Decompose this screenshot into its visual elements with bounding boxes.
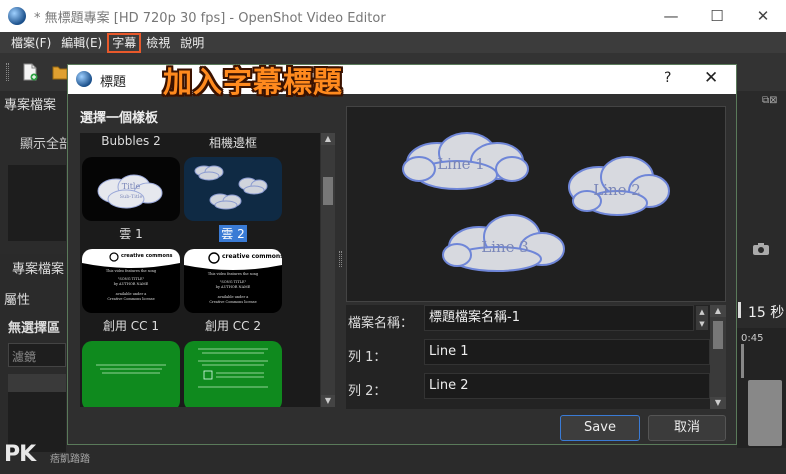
line-2-input[interactable]: Line 2 bbox=[424, 373, 710, 399]
template-label-cc-1[interactable]: 創用 CC 1 bbox=[82, 317, 180, 334]
line-1-label: 列 1： bbox=[348, 350, 387, 365]
title-properties: 檔案名稱： 標題檔案名稱-1 ▲ ▼ 列 1： Line 1 列 2： Line… bbox=[346, 305, 726, 409]
preview-line-3: Line 3 bbox=[481, 238, 529, 256]
cloud-thumb-subtitle: Sub-Title bbox=[120, 194, 143, 200]
properties-title: 屬性 bbox=[4, 293, 31, 308]
openshot-logo-icon bbox=[8, 7, 26, 25]
preview-line-2: Line 2 bbox=[593, 181, 641, 199]
template-list[interactable]: Bubbles 2 相機邊框 Title Sub-Title 雲 1 雲 2 c… bbox=[80, 133, 320, 407]
template-label-cc-2[interactable]: 創用 CC 2 bbox=[184, 317, 282, 334]
template-thumb-cc-1[interactable]: creative commons This video features the… bbox=[82, 249, 180, 313]
camera-icon[interactable] bbox=[752, 242, 770, 256]
openshot-window: * 無標題專案 [HD 720p 30 fps] - OpenShot Vide… bbox=[0, 0, 786, 474]
watermark-logo: PK bbox=[4, 442, 36, 467]
cc2-line-2: "SONG TITLE" bbox=[220, 280, 247, 284]
project-files-tab[interactable]: 專案檔案 bbox=[12, 258, 64, 277]
filter-input[interactable]: 濾鏡 bbox=[8, 343, 66, 367]
properties-scroll-down-icon[interactable]: ▼ bbox=[710, 397, 726, 409]
window-title: * 無標題專案 [HD 720p 30 fps] - OpenShot Vide… bbox=[34, 10, 386, 26]
annotation-add-title: 加入字幕標題 bbox=[163, 65, 344, 99]
title-preview: Line 1 Line 2 Line 3 bbox=[346, 106, 726, 302]
cc2-line-4: available under a bbox=[218, 295, 249, 299]
dock-float-icon[interactable]: ⧉⊠ bbox=[762, 95, 778, 106]
timeline-duration: 15 秒 bbox=[748, 305, 785, 321]
watermark: PK 痞凱踏踏 bbox=[4, 440, 124, 472]
title-dialog: 標題 ? ✕ 選擇一個樣板 Bubbles 2 相機邊框 Title Sub-T… bbox=[67, 64, 737, 445]
scroll-thumb[interactable] bbox=[323, 177, 333, 205]
cancel-button[interactable]: 取消 bbox=[648, 415, 726, 441]
filename-label: 檔案名稱： bbox=[348, 316, 414, 331]
properties-header bbox=[8, 374, 66, 392]
template-label-cloud-2[interactable]: 雲 2 bbox=[219, 225, 247, 242]
cloud-thumb-title: Title bbox=[122, 182, 141, 191]
panel-splitter[interactable] bbox=[339, 251, 342, 267]
template-thumb-cloud-1[interactable]: Title Sub-Title bbox=[82, 157, 180, 221]
window-titlebar: * 無標題專案 [HD 720p 30 fps] - OpenShot Vide… bbox=[0, 0, 786, 32]
project-files-title: 專案檔案 bbox=[4, 98, 57, 113]
close-button[interactable]: ✕ bbox=[740, 0, 786, 32]
watermark-text: 痞凱踏踏 bbox=[50, 454, 90, 465]
menu-help[interactable]: 說明 bbox=[175, 33, 209, 53]
help-button[interactable]: ? bbox=[664, 70, 671, 86]
right-dock bbox=[737, 91, 786, 311]
no-selection-label: 無選擇區 bbox=[8, 321, 61, 336]
template-label-camera-frame[interactable]: 相機邊框 bbox=[184, 134, 282, 151]
cc1-line-2: "SONG TITLE" bbox=[118, 277, 145, 281]
properties-scroll-thumb[interactable] bbox=[713, 321, 723, 349]
line-1-input[interactable]: Line 1 bbox=[424, 339, 710, 365]
openshot-logo-icon bbox=[76, 71, 92, 87]
zoom-slider-handle[interactable] bbox=[738, 302, 741, 318]
menu-title[interactable]: 字幕 bbox=[107, 32, 142, 53]
menubar: 檔案(F) 編輯(E) 字幕 檢視 說明 bbox=[0, 32, 786, 53]
open-project-icon[interactable] bbox=[52, 63, 68, 81]
filename-spin-up-icon[interactable]: ▲ bbox=[696, 306, 708, 318]
cc2-line-3: by AUTHOR NAME bbox=[216, 285, 251, 289]
template-thumb-cloud-2[interactable] bbox=[184, 157, 282, 221]
project-files-area[interactable] bbox=[8, 165, 66, 241]
filter-placeholder: 濾鏡 bbox=[12, 350, 37, 364]
cc1-logo-text: creative commons bbox=[121, 253, 173, 259]
preview-line-1: Line 1 bbox=[437, 155, 485, 173]
cc2-line-1: This video features the song bbox=[208, 272, 259, 276]
template-label-bubbles-2[interactable]: Bubbles 2 bbox=[82, 134, 180, 148]
template-thumb-green-2[interactable] bbox=[184, 341, 282, 407]
choose-template-label: 選擇一個樣板 bbox=[80, 111, 159, 126]
menu-edit[interactable]: 編輯(E) bbox=[56, 33, 107, 53]
cc1-line-3: by AUTHOR NAME bbox=[114, 282, 149, 286]
scroll-up-arrow-icon[interactable]: ▲ bbox=[321, 133, 335, 145]
template-label-cloud-1[interactable]: 雲 1 bbox=[82, 225, 180, 242]
dialog-title: 標題 bbox=[100, 75, 127, 90]
save-button[interactable]: Save bbox=[560, 415, 640, 441]
template-thumb-cc-2[interactable]: creative commons This video features the… bbox=[184, 249, 282, 313]
maximize-button[interactable]: ☐ bbox=[694, 0, 740, 32]
timeline-marker bbox=[741, 344, 744, 378]
properties-scroll-up-icon[interactable]: ▲ bbox=[710, 305, 726, 317]
template-list-scrollbar[interactable]: ▲ ▼ bbox=[321, 133, 335, 407]
toolbar-grip[interactable] bbox=[6, 63, 9, 81]
timeline-clip[interactable] bbox=[748, 380, 782, 446]
cc1-line-1: This video features the song bbox=[106, 269, 157, 273]
minimize-button[interactable]: — bbox=[648, 0, 694, 32]
show-all-filter[interactable]: 顯示全部 bbox=[20, 133, 72, 152]
scroll-down-arrow-icon[interactable]: ▼ bbox=[321, 395, 335, 407]
menu-file[interactable]: 檔案(F) bbox=[6, 33, 56, 53]
cc2-logo-text: creative commons bbox=[222, 253, 282, 260]
cc2-line-5: Creative Commons license bbox=[209, 300, 256, 304]
filename-spin-down-icon[interactable]: ▼ bbox=[696, 318, 708, 330]
cc1-line-4: available under a bbox=[116, 292, 147, 296]
filename-input[interactable]: 標題檔案名稱-1 bbox=[424, 305, 694, 331]
dialog-close-button[interactable]: ✕ bbox=[704, 68, 718, 88]
menu-view[interactable]: 檢視 bbox=[141, 33, 175, 53]
new-project-icon[interactable] bbox=[22, 63, 38, 81]
properties-scrollbar[interactable]: ▲ ▼ bbox=[710, 305, 726, 409]
timeline-time-label: 0:45 bbox=[741, 333, 764, 344]
template-thumb-green-1[interactable] bbox=[82, 341, 180, 407]
line-2-label: 列 2： bbox=[348, 384, 387, 399]
cc1-line-5: Creative Commons license bbox=[107, 297, 154, 301]
